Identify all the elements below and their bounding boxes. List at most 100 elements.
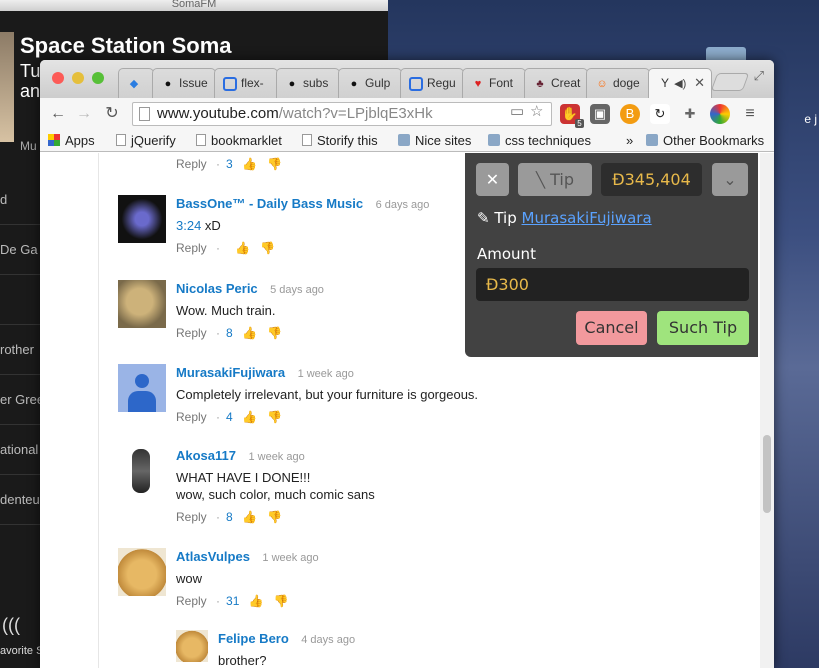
puzzle-icon[interactable]: ✚	[680, 104, 700, 124]
comment-time[interactable]: 1 week ago	[298, 368, 354, 380]
page-icon	[139, 107, 150, 121]
address-bar[interactable]: www.youtube.com/watch?v=LPjblqE3xHk	[132, 102, 552, 126]
expand-dropdown-button[interactable]: ⌄	[712, 163, 748, 196]
bookmark-storify[interactable]: Storify this	[302, 133, 378, 148]
tab-doge[interactable]: ☺ doge	[586, 68, 650, 98]
tab-creat[interactable]: ♣ Creat	[524, 68, 588, 98]
fullscreen-icon[interactable]: ⤢	[754, 68, 764, 84]
tab-regu[interactable]: Regu	[400, 68, 464, 98]
avatar[interactable]	[118, 548, 166, 596]
bookmark-other[interactable]: Other Bookmarks	[646, 133, 764, 148]
bookmark-apps[interactable]: Apps	[48, 133, 95, 148]
tab-flex[interactable]: flex-	[214, 68, 278, 98]
zoom-window-button[interactable]	[92, 72, 104, 84]
station-item[interactable]: d	[0, 175, 40, 225]
avatar[interactable]	[118, 447, 166, 495]
station-item[interactable]: rother	[0, 325, 40, 375]
mushroom-icon: ♣	[536, 78, 544, 90]
bookmark-bookmarklet[interactable]: bookmarklet	[196, 133, 282, 148]
bookmark-label: Nice sites	[415, 133, 472, 148]
bookmark-nice-sites[interactable]: Nice sites	[398, 133, 471, 148]
new-tab-button[interactable]	[710, 73, 750, 91]
thumbs-down-icon[interactable]: 👎	[267, 510, 282, 524]
favorites-label[interactable]: avorite S	[0, 645, 43, 657]
reply-button[interactable]: Reply	[176, 410, 207, 424]
thumbs-down-icon[interactable]: 👎	[267, 326, 282, 340]
comment-author[interactable]: Felipe Bero	[218, 631, 289, 646]
tab-font[interactable]: ♥ Font	[462, 68, 526, 98]
reply-button[interactable]: Reply	[176, 157, 207, 171]
station-item[interactable]: denteu	[0, 475, 40, 525]
thumbs-down-icon[interactable]: 👎	[267, 410, 282, 424]
comment-author[interactable]: Akosa117	[176, 448, 236, 463]
forward-button[interactable]: →	[74, 104, 94, 124]
thumbs-up-icon[interactable]: 👍	[249, 594, 264, 608]
comment-author[interactable]: MurasakiFujiwara	[176, 365, 285, 380]
tab-gulp[interactable]: ● Gulp	[338, 68, 402, 98]
tip-mode-button[interactable]: ╲ Tip	[518, 163, 592, 196]
station-item[interactable]: De Ga	[0, 225, 40, 275]
thumbs-up-icon[interactable]: 👍	[242, 510, 257, 524]
minimize-window-button[interactable]	[72, 72, 84, 84]
menu-icon[interactable]: ≡	[740, 104, 760, 124]
bookmark-star-icon[interactable]: ☆	[530, 102, 543, 120]
bookmark-css-techniques[interactable]: css techniques	[488, 133, 591, 148]
scrollbar[interactable]	[760, 153, 774, 668]
station-item[interactable]: er Gree	[0, 375, 40, 425]
reply-button[interactable]: Reply	[176, 594, 207, 608]
amount-input[interactable]: Đ300	[476, 268, 749, 301]
close-window-button[interactable]	[52, 72, 64, 84]
thumbs-up-icon[interactable]: 👍	[242, 326, 257, 340]
extension-icon[interactable]: ▣	[590, 104, 610, 124]
close-tip-button[interactable]: ✕	[476, 163, 509, 196]
sync-icon[interactable]: ↻	[650, 104, 670, 124]
bitcoin-icon[interactable]: B	[620, 104, 640, 124]
station-item[interactable]	[0, 275, 40, 325]
kanban-icon: ◆	[129, 78, 139, 90]
comment-author[interactable]: AtlasVulpes	[176, 549, 250, 564]
avatar[interactable]	[118, 280, 166, 328]
comment-time[interactable]: 5 days ago	[270, 284, 324, 296]
comment-time[interactable]: 4 days ago	[301, 634, 355, 646]
comment-author[interactable]: BassOne™ - Daily Bass Music	[176, 196, 363, 211]
bookmark-icon	[223, 77, 237, 91]
such-tip-button[interactable]: Such Tip	[657, 311, 749, 345]
bookmark-label: Apps	[65, 133, 95, 148]
tab-issue[interactable]: ● Issue	[152, 68, 216, 98]
reply-button[interactable]: Reply	[176, 241, 207, 255]
thumbs-up-icon[interactable]: 👍	[242, 157, 257, 171]
station-item[interactable]: ational	[0, 425, 40, 475]
avatar[interactable]	[176, 630, 208, 662]
bookmark-jquerify[interactable]: jQuerify	[116, 133, 176, 148]
broadcast-icon[interactable]: (((	[2, 615, 20, 636]
hand-extension-icon[interactable]: ✋ 5	[560, 104, 584, 128]
reply-button[interactable]: Reply	[176, 510, 207, 524]
thumbs-up-icon[interactable]: 👍	[242, 410, 257, 424]
back-button[interactable]: ←	[48, 104, 68, 124]
comment-time[interactable]: 1 week ago	[248, 451, 304, 463]
thumbs-down-icon[interactable]: 👎	[267, 157, 282, 171]
tab-youtube-active[interactable]: Y ◀) ✕	[648, 68, 712, 98]
comment-time[interactable]: 1 week ago	[262, 552, 318, 564]
close-tab-icon[interactable]: ✕	[694, 75, 705, 91]
comment-time[interactable]: 6 days ago	[376, 199, 430, 211]
thumbs-down-icon[interactable]: 👎	[274, 594, 289, 608]
video-timestamp-link[interactable]: 3:24	[176, 218, 201, 233]
reply-button[interactable]: Reply	[176, 326, 207, 340]
reload-button[interactable]: ↻	[102, 104, 122, 124]
bookmark-label: Storify this	[317, 133, 378, 148]
tab-strip: ◆ ● Issue flex- ● subs ● Gulp Regu ♥ Fon…	[40, 60, 774, 98]
thumbs-down-icon[interactable]: 👎	[260, 241, 275, 255]
avatar[interactable]	[118, 195, 166, 243]
color-extension-icon[interactable]	[710, 104, 730, 124]
tab-kanban[interactable]: ◆	[118, 68, 154, 98]
bookmarks-overflow-chevron[interactable]: »	[626, 133, 633, 148]
cancel-button[interactable]: Cancel	[576, 311, 647, 345]
avatar[interactable]	[118, 364, 166, 412]
message-icon[interactable]: ▭	[510, 102, 524, 120]
thumbs-up-icon[interactable]: 👍	[235, 241, 250, 255]
scrollbar-thumb[interactable]	[763, 435, 771, 513]
tab-subs[interactable]: ● subs	[276, 68, 340, 98]
comment-author[interactable]: Nicolas Peric	[176, 281, 258, 296]
recipient-link[interactable]: MurasakiFujiwara	[522, 209, 652, 227]
